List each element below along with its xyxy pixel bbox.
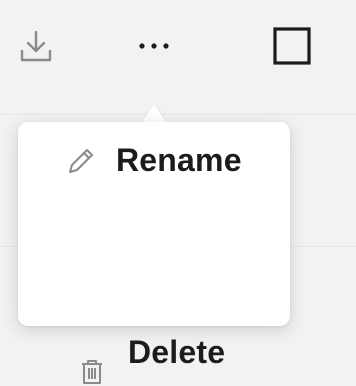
toolbar	[0, 0, 356, 96]
more-horizontal-icon	[139, 43, 169, 49]
download-icon	[20, 30, 52, 62]
context-menu-popover: Rename Delete	[18, 104, 290, 384]
menu-item-delete[interactable]: Delete	[18, 204, 290, 384]
pencil-icon	[66, 146, 96, 176]
menu-item-label: Delete	[128, 334, 226, 370]
more-options-button[interactable]	[128, 24, 180, 68]
trash-icon	[78, 358, 106, 386]
menu-item-label: Rename	[116, 142, 242, 178]
menu-item-rename[interactable]: Rename	[18, 108, 290, 204]
select-checkbox[interactable]	[266, 20, 318, 72]
square-icon	[273, 27, 311, 65]
download-button[interactable]	[12, 24, 60, 68]
